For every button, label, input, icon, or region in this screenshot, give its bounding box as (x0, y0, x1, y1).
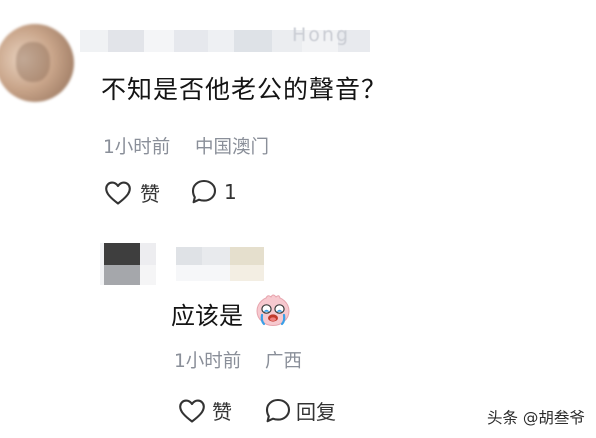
heart-outline-icon (178, 398, 206, 424)
source-watermark: 头条 @胡叁爷 (487, 409, 585, 427)
comment-reply-count: 1 (224, 179, 237, 204)
commenter-avatar[interactable] (0, 24, 74, 102)
reply-text: 应该是 (171, 302, 243, 330)
reply-reply-button[interactable]: 回复 (264, 396, 336, 425)
reply-timestamp: 1小时前 (174, 351, 242, 372)
comment-like-button[interactable]: 赞 (104, 178, 160, 207)
comment-location: 中国澳门 (195, 137, 270, 158)
comment-timestamp: 1小时前 (103, 137, 171, 158)
reply-like-button[interactable]: 赞 (178, 396, 232, 425)
replier-avatar-and-name-redacted (100, 243, 264, 285)
reply-location: 广西 (265, 351, 303, 372)
comment-like-label: 赞 (140, 182, 160, 206)
reply-reply-label: 回复 (296, 400, 336, 424)
heart-outline-icon (104, 180, 132, 206)
chat-bubble-icon (264, 397, 292, 424)
commenter-name-blurred-fragment: Hong (292, 24, 351, 46)
comment-text: 不知是否他老公的聲音？ (101, 75, 388, 104)
chat-bubble-icon (190, 178, 218, 205)
reply-like-label: 赞 (212, 400, 232, 424)
crying-face-emoji (256, 294, 290, 326)
comment-reply-button[interactable]: 1 (190, 178, 237, 205)
